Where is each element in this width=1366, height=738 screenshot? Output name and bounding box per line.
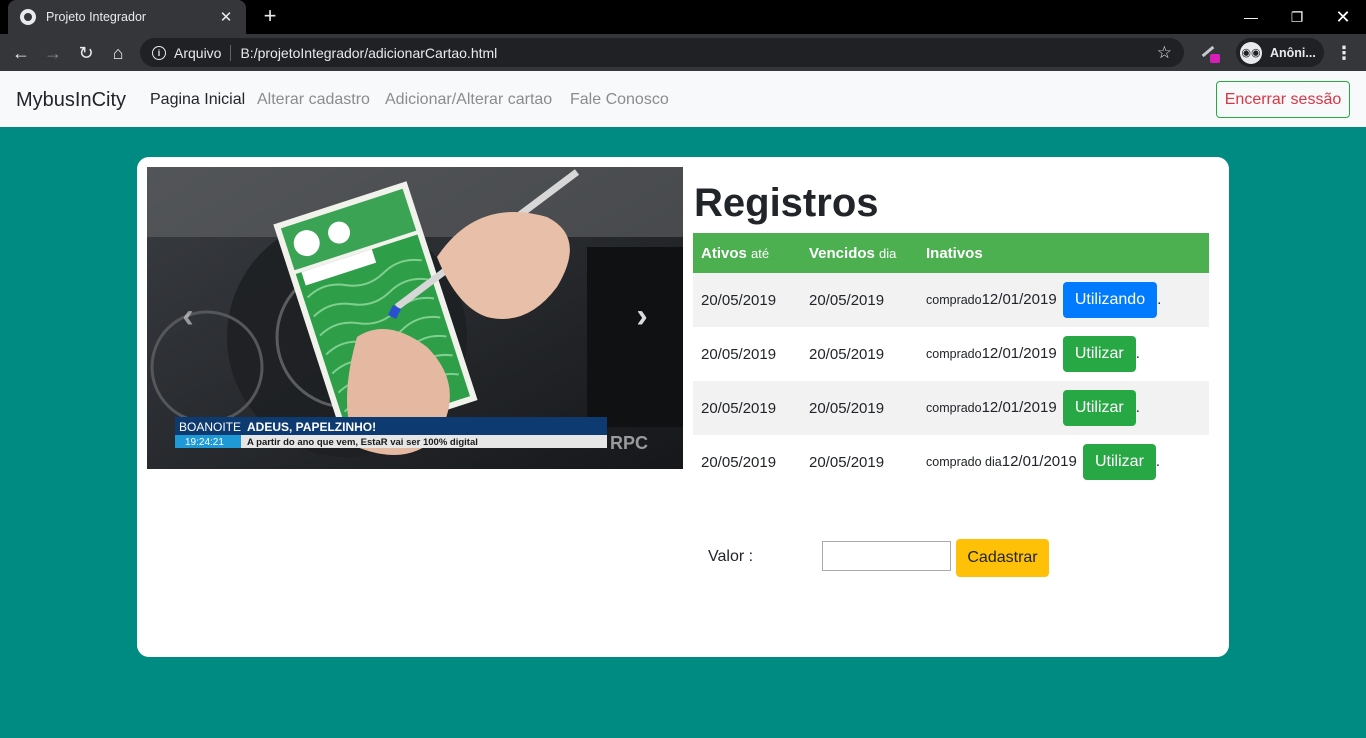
utilizando-button[interactable]: Utilizando — [1062, 282, 1158, 318]
table-row: 20/05/2019 20/05/2019 comprado dia12/01/… — [693, 435, 1209, 489]
brand-link[interactable]: MybusInCity — [16, 89, 126, 112]
cell-vencido: 20/05/2019 — [809, 345, 885, 363]
extension-badge — [1210, 54, 1220, 63]
cell-ativo: 20/05/2019 — [701, 345, 777, 363]
header-vencidos: Vencidos dia — [801, 233, 918, 273]
window-close-button[interactable]: ✕ — [1320, 0, 1366, 34]
parking-card-photo: BOANOITE ADEUS, PAPELZINHO! 19:24:21 A p… — [147, 167, 683, 469]
news-time: 19:24:21 — [185, 437, 224, 448]
valor-label: Valor : — [708, 548, 754, 565]
table-row: 20/05/2019 20/05/2019 comprado12/01/2019… — [693, 381, 1209, 435]
cell-vencido: 20/05/2019 — [809, 453, 885, 471]
news-headline: ADEUS, PAPELZINHO! — [247, 420, 376, 434]
cell-ativo: 20/05/2019 — [701, 453, 777, 471]
bookmark-star-icon[interactable]: ☆ — [1157, 43, 1172, 63]
logout-button[interactable]: Encerrar sessão — [1216, 81, 1350, 118]
home-button[interactable]: ⌂ — [105, 40, 131, 66]
nav-adicionar-cartao[interactable]: Adicionar/Alterar cartao — [385, 91, 552, 109]
news-subtitle: A partir do ano que vem, EstaR vai ser 1… — [247, 437, 478, 448]
cell-vencido: 20/05/2019 — [801, 273, 918, 327]
registros-title: Registros — [694, 181, 879, 225]
header-ativos: Ativos até — [693, 233, 801, 273]
incognito-icon: ◉◉ — [1240, 41, 1262, 64]
utilizar-button[interactable]: Utilizar — [1062, 390, 1136, 426]
profile-button[interactable]: ◉◉ Anôni... — [1236, 38, 1324, 67]
reload-button[interactable]: ↻ — [73, 40, 99, 66]
table-row: 20/05/2019 20/05/2019 comprado12/01/2019… — [693, 327, 1209, 381]
content-card: BOANOITE ADEUS, PAPELZINHO! 19:24:21 A p… — [137, 157, 1229, 657]
browser-tab[interactable]: Projeto Integrador ✕ — [8, 0, 246, 34]
news-brand: BOANOITE — [179, 420, 241, 434]
browser-toolbar: ← → ↻ ⌂ i Arquivo B:/projetoIntegrador/a… — [0, 34, 1366, 71]
profile-label: Anôni... — [1270, 45, 1316, 60]
valor-input[interactable] — [822, 541, 951, 571]
table-header-row: Ativos até Vencidos dia Inativos — [693, 233, 1209, 273]
url-text[interactable]: B:/projetoIntegrador/adicionarCartao.htm… — [240, 45, 1156, 61]
address-separator — [230, 44, 232, 61]
nav-pagina-inicial[interactable]: Pagina Inicial — [150, 91, 245, 109]
nav-fale-conosco[interactable]: Fale Conosco — [570, 91, 669, 109]
extension-icon[interactable] — [1198, 42, 1220, 64]
restore-button[interactable]: ❐ — [1274, 0, 1320, 34]
header-inativos: Inativos — [918, 233, 1209, 273]
carousel-prev-button[interactable]: ‹ — [173, 297, 203, 335]
browser-tabbar: Projeto Integrador ✕ + — ❐ ✕ — [0, 0, 1366, 34]
cell-ativo: 20/05/2019 — [693, 273, 801, 327]
site-navbar: MybusInCity Pagina Inicial Alterar cadas… — [0, 71, 1366, 127]
image-carousel: BOANOITE ADEUS, PAPELZINHO! 19:24:21 A p… — [147, 167, 683, 469]
back-button[interactable]: ← — [8, 40, 34, 66]
table-row: 20/05/2019 20/05/2019 comprado12/01/2019… — [693, 273, 1209, 327]
address-bar[interactable]: i Arquivo B:/projetoIntegrador/adicionar… — [140, 38, 1184, 67]
new-tab-button[interactable]: + — [258, 3, 282, 29]
cell-inativo: comprado12/01/2019 Utilizar. — [918, 327, 1209, 381]
globe-icon — [20, 9, 36, 25]
registros-table: Ativos até Vencidos dia Inativos 20/05/2… — [693, 233, 1209, 489]
tab-close-icon[interactable]: ✕ — [218, 8, 234, 26]
info-icon[interactable]: i — [152, 45, 166, 60]
utilizar-button[interactable]: Utilizar — [1062, 336, 1136, 372]
browser-menu-icon[interactable]: ⋮ — [1332, 40, 1356, 66]
cell-inativo: comprado12/01/2019 Utilizar. — [918, 381, 1209, 435]
minimize-button[interactable]: — — [1228, 0, 1274, 34]
cell-inativo: comprado12/01/2019 Utilizando. — [918, 273, 1209, 327]
utilizar-button[interactable]: Utilizar — [1083, 444, 1156, 480]
channel-logo: RPC — [610, 433, 648, 453]
forward-button[interactable]: → — [40, 40, 66, 66]
tab-title: Projeto Integrador — [46, 10, 147, 24]
cadastrar-button[interactable]: Cadastrar — [956, 539, 1049, 577]
carousel-next-button[interactable]: › — [627, 297, 657, 335]
nav-alterar-cadastro[interactable]: Alterar cadastro — [257, 91, 370, 109]
cell-inativo: comprado dia12/01/2019 Utilizar. — [918, 435, 1209, 489]
scheme-label: Arquivo — [174, 44, 222, 61]
cell-vencido: 20/05/2019 — [801, 381, 918, 435]
cell-ativo: 20/05/2019 — [693, 381, 801, 435]
